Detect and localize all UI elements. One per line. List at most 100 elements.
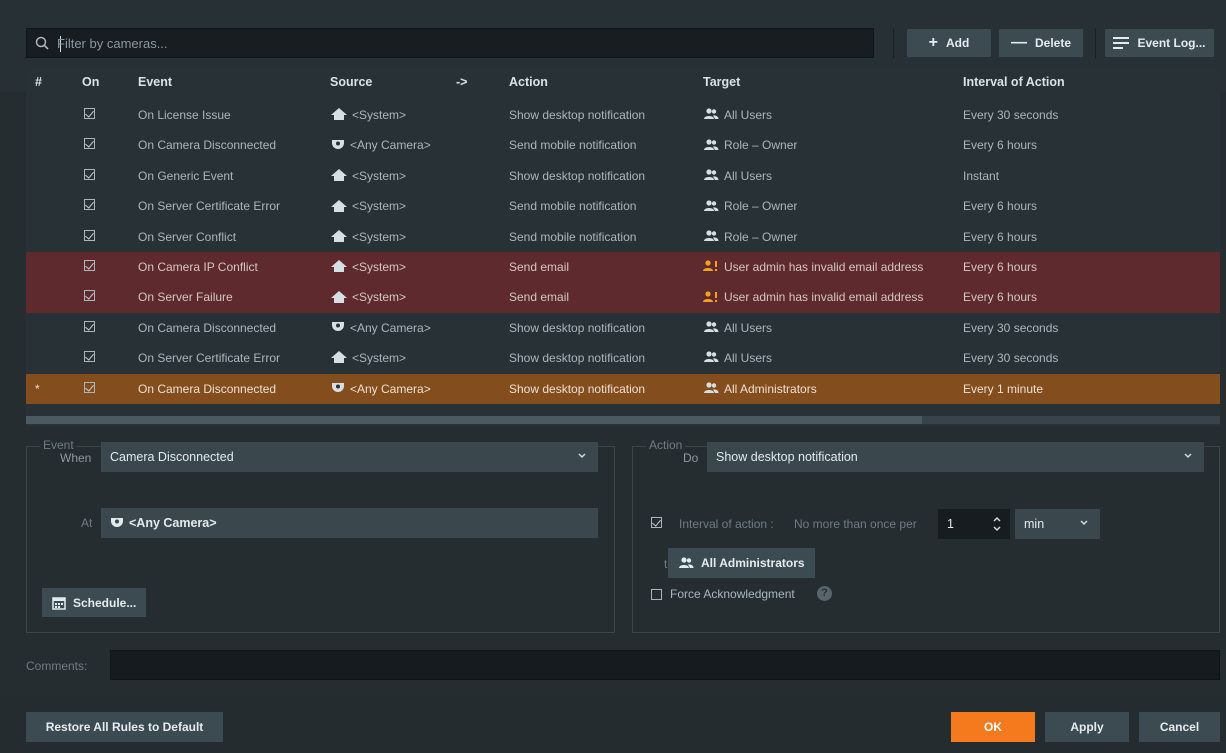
users-icon — [679, 557, 694, 568]
house-icon — [331, 169, 347, 184]
chevron-down-icon — [1080, 520, 1088, 526]
rule-interval: Every 6 hours — [963, 199, 1038, 214]
table-row[interactable]: On Server Conflict <System> Send mobile no… — [26, 222, 1220, 252]
target-selector-button[interactable]: All Administrators — [668, 548, 815, 578]
house-icon — [331, 260, 347, 275]
rule-enabled-checkbox[interactable] — [84, 229, 95, 241]
rule-event: On Generic Event — [138, 168, 234, 183]
interval-checkbox[interactable] — [651, 517, 662, 528]
table-row[interactable]: On License Issue <System> Show desktop not… — [26, 100, 1220, 130]
rule-interval: Every 6 hours — [963, 290, 1038, 305]
rule-target: All Users — [724, 168, 773, 183]
house-icon — [331, 229, 347, 245]
table-row[interactable]: * On Camera Disconnected <Any Camera> Show … — [26, 373, 1220, 404]
column-header-action[interactable]: Action — [509, 75, 548, 89]
restore-defaults-button[interactable]: Restore All Rules to Default — [26, 712, 223, 742]
rule-action: Show desktop notification — [509, 320, 646, 335]
rule-action: Show desktop notification — [509, 108, 646, 122]
rule-action: Send mobile notification — [509, 138, 637, 153]
cancel-button[interactable]: Cancel — [1139, 712, 1220, 742]
scrollbar-thumb[interactable] — [26, 416, 922, 424]
rule-interval: Every 1 minute — [963, 381, 1044, 396]
rule-enabled-checkbox[interactable] — [84, 108, 95, 119]
rule-source: <System> — [352, 168, 407, 183]
rule-enabled-checkbox[interactable] — [84, 199, 95, 211]
rules-table: On Network Issue<System>Show desktop not… — [26, 70, 1220, 426]
camera-icon — [331, 382, 345, 397]
schedule-button[interactable]: Schedule... — [42, 588, 147, 617]
spin-arrows-icon[interactable] — [992, 514, 1002, 534]
user-warning-icon — [703, 260, 719, 275]
users-icon — [703, 139, 719, 154]
help-icon[interactable]: ? — [817, 586, 832, 601]
rule-enabled-checkbox[interactable] — [84, 290, 95, 302]
rules-table-body: On Network Issue<System>Show desktop not… — [26, 77, 1220, 404]
table-row[interactable]: On Server Certificate Error <System> Show … — [26, 343, 1220, 373]
rule-target: Role – Owner — [724, 229, 798, 244]
event-type-dropdown[interactable]: Camera Disconnected — [101, 442, 598, 472]
rule-enabled-checkbox[interactable] — [84, 259, 95, 271]
rule-source: <System> — [352, 259, 407, 274]
rule-enabled-checkbox[interactable] — [84, 351, 95, 363]
users-icon — [703, 169, 719, 184]
event-log-button-label: Event Log... — [1137, 36, 1206, 50]
rule-enabled-checkbox[interactable] — [84, 381, 95, 393]
column-header-num[interactable]: # — [35, 75, 42, 89]
rule-event: On Camera Disconnected — [138, 381, 277, 396]
column-header-event[interactable]: Event — [138, 75, 172, 89]
rule-action: Show desktop notification — [509, 381, 646, 396]
column-header-target[interactable]: Target — [703, 75, 740, 89]
table-row[interactable]: On Server Certificate Error <System> Send … — [26, 191, 1220, 221]
ok-button[interactable]: OK — [951, 712, 1035, 742]
table-row[interactable]: On Camera Disconnected <Any Camera> Show d… — [26, 313, 1220, 343]
row-marker: * — [35, 381, 40, 396]
action-type-dropdown[interactable]: Show desktop notification — [707, 442, 1204, 472]
camera-filter-search[interactable] — [26, 28, 874, 58]
table-row[interactable]: On Camera IP Conflict <System> Send email U… — [26, 251, 1220, 283]
event-source-selector[interactable]: <Any Camera> — [101, 508, 598, 538]
rule-enabled-checkbox[interactable] — [84, 320, 95, 332]
calendar-icon — [52, 596, 66, 610]
rule-event: On Server Certificate Error — [138, 351, 281, 366]
rule-action: Send mobile notification — [509, 229, 637, 244]
divider — [893, 28, 894, 58]
search-input[interactable] — [57, 32, 857, 54]
apply-button[interactable]: Apply — [1045, 712, 1129, 742]
rule-enabled-checkbox[interactable] — [84, 168, 95, 180]
users-icon — [703, 199, 719, 215]
user-warning-icon — [703, 291, 719, 306]
house-icon — [331, 199, 347, 215]
when-label: When — [60, 451, 92, 465]
comments-input[interactable] — [110, 650, 1220, 680]
interval-label: Interval of action : — [679, 517, 774, 531]
rule-event: On Camera Disconnected — [138, 320, 277, 335]
column-header-interval[interactable]: Interval of Action — [963, 75, 1065, 89]
add-button[interactable]: + Add — [907, 29, 991, 57]
rule-action: Show desktop notification — [509, 168, 646, 183]
camera-icon — [111, 518, 123, 527]
house-icon — [331, 108, 347, 123]
horizontal-scrollbar[interactable] — [26, 416, 1220, 424]
interval-spinbox[interactable]: 1 — [938, 509, 1010, 539]
column-header-on[interactable]: On — [82, 75, 99, 89]
column-header-source[interactable]: Source — [330, 75, 372, 89]
interval-unit-dropdown[interactable]: min — [1015, 509, 1100, 539]
table-row[interactable]: On Generic Event <System> Show desktop not… — [26, 161, 1220, 191]
rule-event: On Server Failure — [138, 290, 233, 305]
rule-enabled-checkbox[interactable] — [84, 138, 95, 150]
action-type-value: Show desktop notification — [716, 450, 858, 464]
rule-event: On License Issue — [138, 108, 231, 122]
force-acknowledgment-label: Force Acknowledgment — [670, 587, 795, 601]
interval-value: 1 — [947, 517, 954, 531]
action-panel — [632, 446, 1220, 633]
rule-target: User admin has invalid email address — [724, 290, 924, 305]
rule-event: On Camera Disconnected — [138, 138, 277, 153]
rule-target: Role – Owner — [724, 199, 798, 214]
event-source-value: <Any Camera> — [129, 516, 217, 530]
force-acknowledgment-checkbox[interactable] — [651, 589, 662, 600]
table-row[interactable]: On Camera Disconnected <Any Camera> Send m… — [26, 130, 1220, 160]
event-log-button[interactable]: Event Log... — [1105, 29, 1214, 57]
delete-button[interactable]: — Delete — [999, 29, 1083, 57]
table-row[interactable]: On Server Failure <System> Send email User … — [26, 282, 1220, 313]
rule-target: All Administrators — [724, 381, 817, 396]
